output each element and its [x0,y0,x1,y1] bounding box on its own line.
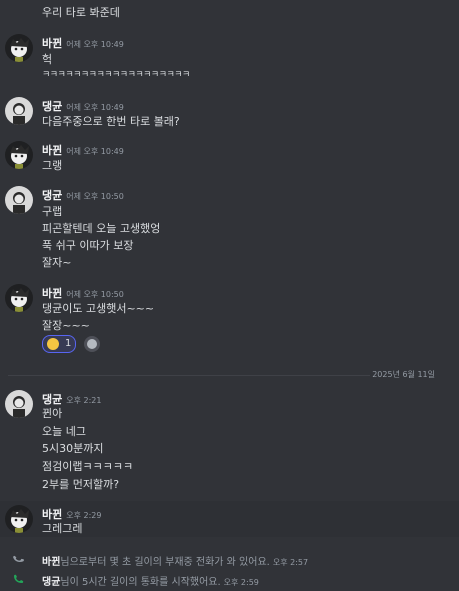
system-message-text: 바뀐님으로부터 몇 초 길이의 부재중 전화가 와 있어요. 오후 2:57 [42,553,308,568]
avatar[interactable] [5,97,33,125]
message-line: 다음주중으로 한번 타로 볼래? [42,115,180,128]
avatar[interactable] [5,186,33,214]
message-line: 그랭 [42,159,63,172]
message-timestamp: 어제 오후 10:49 [66,147,124,156]
message-timestamp: 어제 오후 10:49 [66,103,124,112]
author-name[interactable]: 바뀐 [42,144,62,157]
add-reaction-button[interactable] [84,336,100,352]
avatar[interactable] [5,284,33,312]
system-text: 님으로부터 몇 초 길이의 부재중 전화가 와 있어요. [60,557,270,568]
message-line: 잘장~~~ [42,319,90,332]
phone-icon [14,574,24,583]
emoji-picker-icon [87,339,97,349]
message-timestamp: 오후 2:21 [66,396,102,405]
caller-name[interactable]: 바뀐 [42,557,60,568]
message-line: 점검이랩ㅋㅋㅋㅋㅋ [42,460,134,473]
message-author[interactable]: 바뀐 어제 오후 10:50 [42,285,124,301]
date-divider-label: 2025년 6월 11일 [370,369,437,380]
message-line: 우리 타로 봐준데 [42,6,120,19]
message-line: ㅋㅋㅋㅋㅋㅋㅋㅋㅋㅋㅋㅋㅋㅋㅋㅋㅋㅋㅋ [42,70,190,80]
system-timestamp: 오후 2:59 [223,578,259,587]
message-timestamp: 어제 오후 10:50 [66,192,124,201]
message-author[interactable]: 바뀐 어제 오후 10:49 [42,142,124,158]
message-line: 오늘 네그 [42,425,86,438]
chat-channel: 우리 타로 봐준데 바뀐 어제 오후 10:49 헉 ㅋㅋㅋㅋㅋㅋㅋㅋㅋㅋㅋㅋㅋㅋ… [0,0,459,591]
author-name[interactable]: 바뀐 [42,37,62,50]
system-text: 님이 5시간 길이의 통화를 시작했어요. [60,577,221,588]
message-line: 잘자~ [42,256,72,269]
message-line: 2부를 먼저할까? [42,478,120,491]
message-author[interactable]: 댕균 어제 오후 10:49 [42,98,124,114]
message-author[interactable]: 바뀐 어제 오후 10:49 [42,35,124,51]
message-line: 5시30분까지 [42,442,104,455]
author-name[interactable]: 댕균 [42,189,62,202]
reaction-count: 1 [65,338,72,349]
message-line: 피곤할텐데 오늘 고생했엉 [42,222,161,235]
smile-emoji-icon [47,338,59,350]
message-author[interactable]: 댕균 어제 오후 10:50 [42,187,124,203]
avatar[interactable] [5,390,33,418]
avatar[interactable] [5,34,33,62]
message-line: 뀐아 [42,407,63,420]
caller-name[interactable]: 댕균 [42,577,60,588]
reaction-pill[interactable]: 1 [42,335,76,353]
message-timestamp: 어제 오후 10:50 [66,290,124,299]
avatar[interactable] [5,141,33,169]
system-message-text: 댕균님이 5시간 길이의 통화를 시작했어요. 오후 2:59 [42,573,259,588]
author-name[interactable]: 바뀐 [42,287,62,300]
message-line: 댕균이도 고생햇서~~~ [42,302,155,315]
message-line: 푹 쉬구 이따가 보장 [42,239,134,252]
message-line: 구랩 [42,205,63,218]
message-timestamp: 오후 2:29 [66,511,102,520]
author-name[interactable]: 댕균 [42,100,62,113]
avatar[interactable] [5,505,33,533]
system-timestamp: 오후 2:57 [272,558,309,567]
message-timestamp: 어제 오후 10:49 [66,40,124,49]
phone-missed-icon [13,555,24,563]
message-line: 그레그레 [42,522,83,535]
message-line: 헉 [42,53,53,66]
